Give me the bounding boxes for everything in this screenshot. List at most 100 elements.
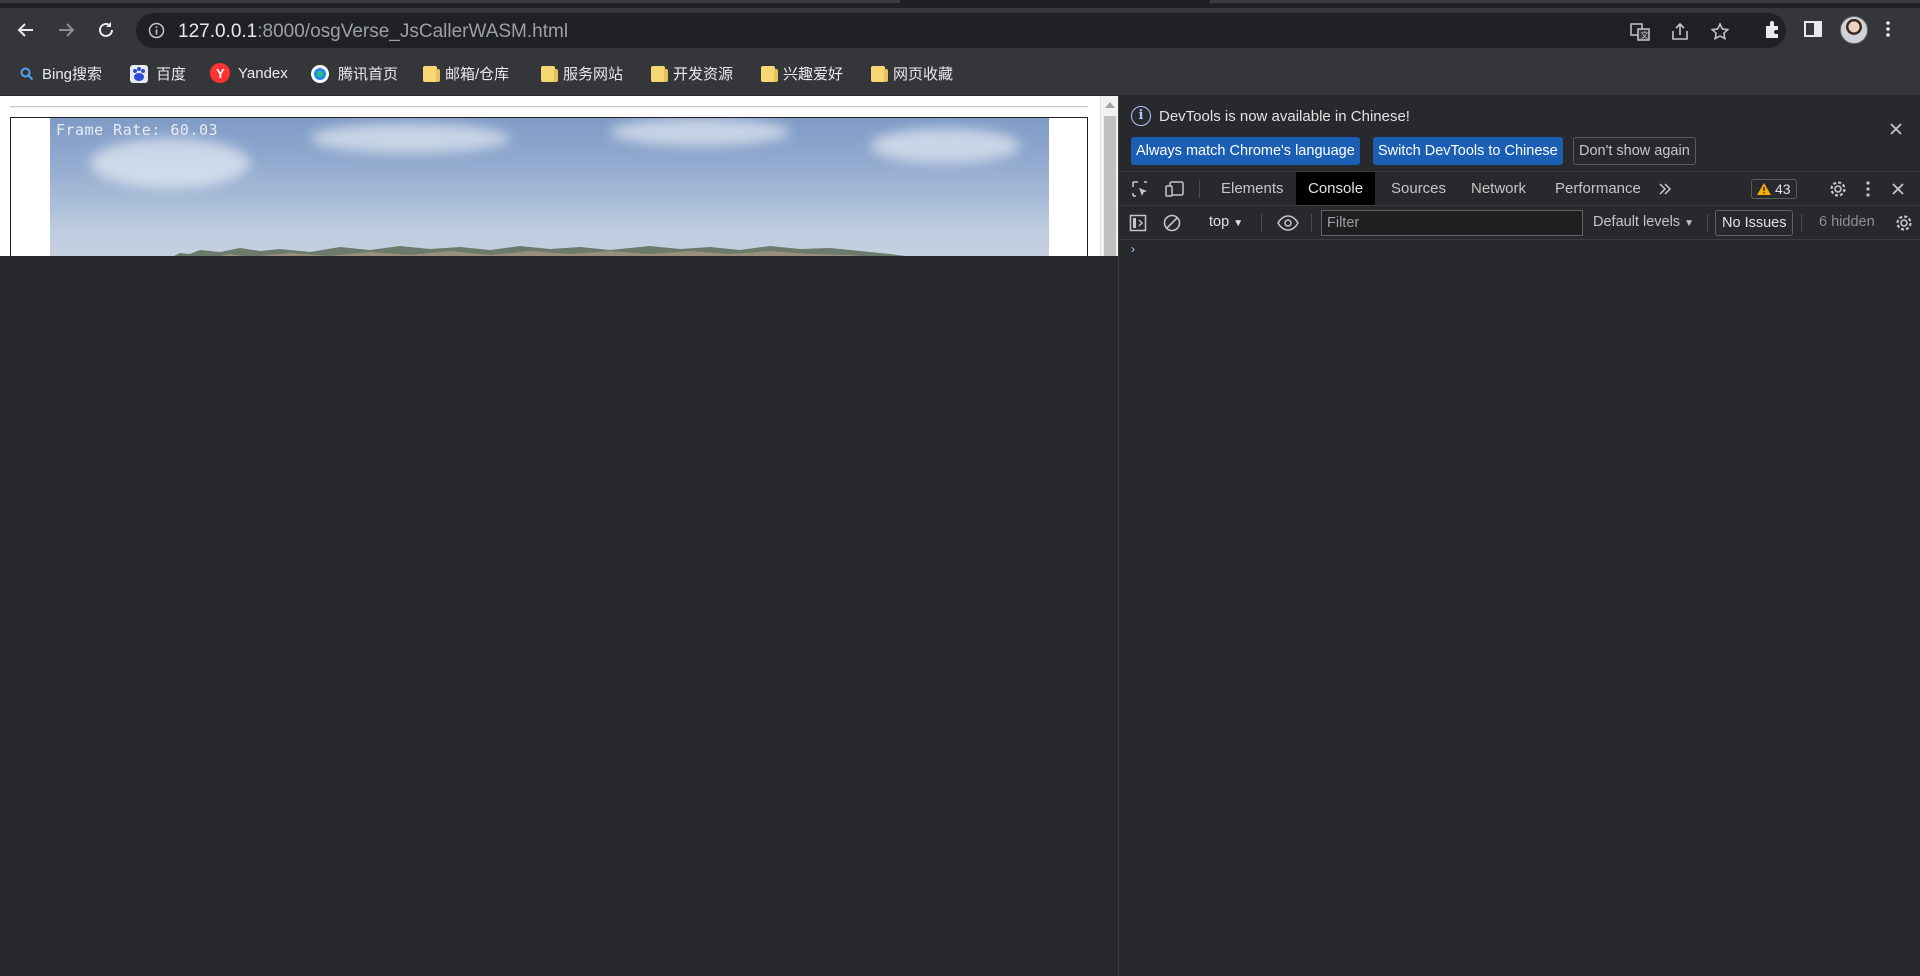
- bookmark-bing[interactable]: Bing搜索: [20, 63, 102, 84]
- bookmark-label: Yandex: [238, 64, 288, 82]
- separator: [1311, 214, 1312, 232]
- folder-icon: [423, 65, 440, 82]
- bookmark-label: Bing搜索: [42, 66, 103, 83]
- more-menu-icon[interactable]: [1884, 18, 1892, 40]
- folder-icon: [871, 65, 888, 82]
- bookmark-label: 腾讯首页: [338, 66, 399, 83]
- bookmark-folder-hobbies[interactable]: 兴趣爱好: [761, 63, 843, 84]
- baidu-icon: [130, 64, 148, 83]
- hidden-count: 6 hidden: [1819, 214, 1875, 230]
- bookmark-label: 百度: [156, 66, 187, 83]
- info-icon: i: [1131, 106, 1151, 126]
- console-prompt-caret-icon: ›: [1131, 242, 1135, 256]
- svg-text:文: 文: [1641, 30, 1649, 40]
- browser-toolbar: 127.0.0.1:8000/osgVerse_JsCallerWASM.htm…: [0, 8, 1920, 50]
- clear-console-icon[interactable]: [1163, 214, 1181, 232]
- tab-performance[interactable]: Performance: [1543, 172, 1653, 205]
- tab-console[interactable]: Console: [1296, 172, 1376, 205]
- url-path: :8000/osgVerse_JsCallerWASM.html: [257, 21, 569, 42]
- tencent-icon: [311, 64, 329, 83]
- webgl-canvas[interactable]: Frame Rate: 60.03: [50, 118, 1049, 256]
- tab-sources[interactable]: Sources: [1379, 172, 1458, 205]
- bookmark-tencent[interactable]: 腾讯首页: [310, 63, 398, 84]
- switch-to-chinese-button[interactable]: Switch DevTools to Chinese: [1373, 137, 1563, 165]
- bookmarks-bar: Bing搜索 百度 Y Yandex 腾讯首页 邮箱/仓库 服务网站 开发资源 …: [0, 50, 1920, 96]
- devtools-menu-icon[interactable]: [1865, 180, 1871, 198]
- tab-strip: [0, 0, 1920, 8]
- settings-gear-icon[interactable]: [1829, 180, 1847, 198]
- tab-indicator: [1210, 0, 1920, 3]
- address-bar[interactable]: 127.0.0.1:8000/osgVerse_JsCallerWASM.htm…: [136, 13, 1786, 48]
- inspect-element-icon[interactable]: [1131, 180, 1149, 198]
- scrollbar-thumb[interactable]: [1104, 116, 1116, 256]
- dont-show-again-button[interactable]: Don't show again: [1573, 137, 1696, 165]
- cloud: [310, 123, 510, 153]
- issues-button[interactable]: No Issues: [1715, 210, 1794, 236]
- log-levels-label: Default levels: [1593, 214, 1681, 230]
- bookmark-folder-dev[interactable]: 开发资源: [651, 63, 733, 84]
- separator: [1801, 214, 1802, 232]
- sidebar-toggle-icon[interactable]: [1129, 214, 1147, 232]
- page-viewport: Frame Rate: 60.03: [0, 96, 1118, 256]
- bookmark-folder-mail[interactable]: 邮箱/仓库: [423, 63, 509, 84]
- back-button[interactable]: [14, 18, 38, 42]
- console-filter-input[interactable]: Filter: [1321, 210, 1583, 236]
- horizontal-rule: [10, 106, 1088, 108]
- separator: [1199, 180, 1200, 198]
- bookmark-yandex[interactable]: Y Yandex: [210, 63, 288, 83]
- close-devtools-icon[interactable]: [1891, 182, 1905, 196]
- dropdown-caret-icon: ▼: [1233, 218, 1244, 229]
- tab-indicator: [0, 0, 900, 3]
- star-icon[interactable]: [1710, 22, 1730, 42]
- tab-network[interactable]: Network: [1459, 172, 1538, 205]
- log-levels-dropdown[interactable]: Default levels ▼: [1593, 214, 1694, 230]
- bookmark-baidu[interactable]: 百度: [130, 63, 186, 84]
- context-selector[interactable]: top ▼: [1209, 214, 1243, 230]
- bookmark-label: 邮箱/仓库: [445, 66, 510, 83]
- device-toolbar-icon[interactable]: [1165, 180, 1185, 198]
- svg-text:Y: Y: [216, 66, 225, 81]
- reload-button[interactable]: [94, 18, 118, 42]
- arrow-left-icon: [17, 23, 33, 37]
- bookmark-label: 兴趣爱好: [783, 66, 844, 83]
- devtools-tabbar: Elements Console Sources Network Perform…: [1119, 172, 1920, 206]
- warnings-count: 43: [1775, 181, 1791, 197]
- tab-elements[interactable]: Elements: [1209, 172, 1296, 205]
- site-info-icon[interactable]: [148, 22, 165, 39]
- console-settings-gear-icon[interactable]: [1895, 214, 1913, 232]
- url-host: 127.0.0.1: [178, 21, 258, 42]
- yandex-icon: Y: [210, 63, 230, 83]
- close-banner-icon[interactable]: [1889, 122, 1903, 136]
- console-toolbar: top ▼ Filter Default levels ▼ No Issues …: [1119, 206, 1920, 240]
- profile-avatar[interactable]: [1840, 16, 1868, 44]
- bookmark-label: 网页收藏: [893, 66, 954, 83]
- devtools-panel: i DevTools is now available in Chinese! …: [1118, 96, 1920, 976]
- warnings-badge[interactable]: 43: [1751, 179, 1797, 199]
- translate-icon[interactable]: 文: [1630, 22, 1650, 42]
- forward-button[interactable]: [54, 18, 78, 42]
- cloud: [610, 118, 790, 146]
- scroll-up-arrow-icon[interactable]: [1105, 102, 1115, 108]
- extensions-icon[interactable]: [1762, 18, 1784, 40]
- separator: [1707, 214, 1708, 232]
- more-tabs-chevron-icon[interactable]: [1657, 181, 1673, 197]
- arrow-right-icon: [59, 23, 75, 37]
- bookmark-label: 服务网站: [563, 66, 624, 83]
- always-match-language-button[interactable]: Always match Chrome's language: [1131, 137, 1360, 165]
- canvas-border: Frame Rate: 60.03: [10, 117, 1088, 256]
- page-scrollbar[interactable]: [1100, 96, 1118, 256]
- folder-icon: [541, 65, 558, 82]
- context-value: top: [1209, 214, 1230, 230]
- bookmark-folder-favorites[interactable]: 网页收藏: [871, 63, 953, 84]
- cloud: [870, 128, 1020, 163]
- dropdown-caret-icon: ▼: [1684, 218, 1694, 229]
- console-output[interactable]: ›: [1119, 240, 1920, 976]
- side-panel-icon[interactable]: [1802, 18, 1824, 40]
- reload-icon: [99, 22, 113, 37]
- separator: [1261, 214, 1262, 232]
- bookmark-folder-services[interactable]: 服务网站: [541, 63, 623, 84]
- live-expression-eye-icon[interactable]: [1277, 215, 1299, 231]
- folder-icon: [651, 65, 668, 82]
- folder-icon: [761, 65, 778, 82]
- share-icon[interactable]: [1670, 22, 1690, 42]
